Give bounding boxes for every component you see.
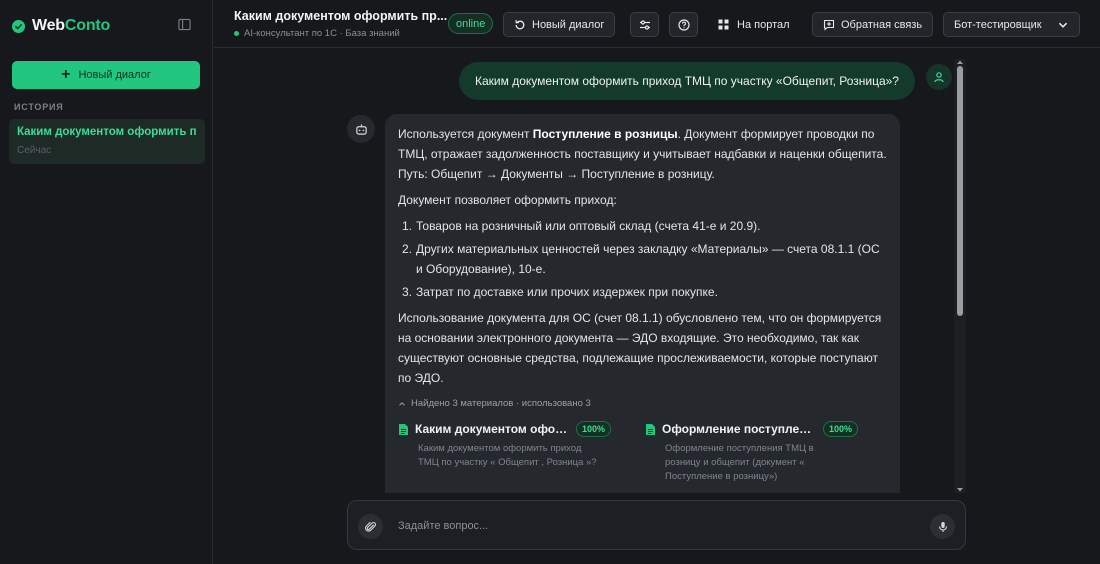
chat-scrollbar[interactable] — [954, 59, 966, 493]
portal-link[interactable]: На портал — [718, 12, 790, 37]
bot-select-dropdown[interactable]: Бот-тестировщик — [943, 12, 1080, 37]
sidebar: WebConto + Новый диалог ИСТОРИЯ Каким до… — [0, 0, 213, 564]
message-composer — [347, 500, 966, 550]
voice-input-button[interactable] — [930, 514, 955, 539]
sources-list: Каким документом оформить приход ТМЦ 100… — [398, 420, 887, 484]
attach-button[interactable] — [358, 514, 383, 539]
subtitle-text: AI-консультант по 1С · База знаний — [244, 28, 400, 39]
portal-label: На портал — [737, 18, 790, 31]
sidebar-toggle-icon[interactable] — [176, 16, 192, 32]
document-icon — [646, 423, 655, 435]
new-dialog-label: Новый диалог — [532, 18, 605, 31]
source-relevance-badge: 100% — [823, 421, 859, 437]
message-input[interactable] — [398, 516, 878, 536]
status-badge: online — [448, 13, 494, 34]
refresh-icon — [515, 19, 525, 29]
chevron-up-icon — [399, 402, 405, 406]
bot-paragraph-2: Документ позволяет оформить приход: — [398, 193, 617, 207]
sources-toggle-label: Найдено 3 материалов · использовано 3 — [411, 398, 591, 409]
scrollbar-thumb[interactable] — [957, 66, 963, 316]
page-title: Каким документом оформить пр... — [234, 9, 448, 23]
scroll-up-icon[interactable] — [956, 59, 964, 65]
source-title: Каким документом оформить приход ТМЦ — [415, 422, 570, 436]
check-icon — [12, 19, 25, 33]
user-icon — [926, 64, 952, 90]
status-dot-icon — [234, 31, 239, 36]
feedback-icon — [823, 19, 835, 31]
user-message: Каким документом оформить приход ТМЦ по … — [459, 62, 915, 100]
new-dialog-button[interactable]: Новый диалог — [503, 12, 616, 37]
grid-icon — [718, 19, 729, 30]
chevron-down-icon — [1058, 22, 1068, 28]
feedback-label: Обратная связь — [841, 18, 923, 31]
new-chat-label: Новый диалог — [78, 69, 151, 81]
bot-list: 1. Товаров на розничный или оптовый склад… — [398, 216, 887, 302]
help-button[interactable] — [669, 12, 698, 37]
source-card[interactable]: Оформление поступления ТМЦ 100% Оформлен… — [645, 420, 872, 484]
plus-icon: + — [61, 66, 71, 83]
help-icon — [677, 18, 690, 31]
new-chat-button[interactable]: + Новый диалог — [12, 61, 200, 89]
document-icon — [399, 423, 408, 435]
settings-sliders-icon — [639, 19, 650, 30]
bot-icon — [347, 115, 375, 143]
bot-message: Используется документ Поступление в розн… — [385, 114, 900, 493]
paperclip-icon — [364, 521, 376, 532]
source-relevance-badge: 100% — [576, 421, 612, 437]
list-item: 3. Затрат по доставке или прочих издержек… — [402, 285, 718, 299]
settings-button[interactable] — [630, 12, 659, 37]
chat-area: Каким документом оформить приход ТМЦ по … — [214, 49, 967, 493]
header: Каким документом оформить пр... AI-консу… — [214, 0, 1100, 48]
source-snippet: Оформление поступления ТМЦ в розницу и о… — [665, 443, 814, 482]
microphone-icon — [938, 521, 947, 532]
brand-logo[interactable]: WebConto — [12, 15, 110, 37]
brand-name: WebConto — [32, 17, 111, 34]
bot-paragraph-1: Используется документ Поступление в розн… — [398, 127, 887, 181]
source-title: Оформление поступления ТМЦ — [662, 422, 817, 436]
page-subtitle: AI-консультант по 1С · База знаний — [234, 28, 400, 39]
feedback-button[interactable]: Обратная связь — [812, 12, 934, 37]
history-heading: ИСТОРИЯ — [14, 102, 64, 112]
sources-toggle[interactable]: Найдено 3 материалов · использовано 3 — [398, 397, 887, 411]
history-item[interactable]: Каким документом оформить приход ТМЦ по … — [9, 119, 205, 164]
list-item: 1. Товаров на розничный или оптовый склад… — [402, 219, 761, 233]
list-item: 2. Других материальных ценностей через за… — [402, 242, 880, 276]
bot-paragraph-3: Использование документа для ОС (счет 08.… — [398, 311, 882, 385]
scroll-down-icon[interactable] — [956, 487, 964, 493]
source-snippet: Каким документом оформить приход ТМЦ по … — [418, 443, 597, 468]
history-item-title: Каким документом оформить приход ТМЦ по … — [17, 126, 197, 138]
source-card[interactable]: Каким документом оформить приход ТМЦ 100… — [398, 420, 625, 484]
bot-select-label: Бот-тестировщик — [954, 18, 1042, 31]
history-item-time: Сейчас — [17, 145, 52, 156]
